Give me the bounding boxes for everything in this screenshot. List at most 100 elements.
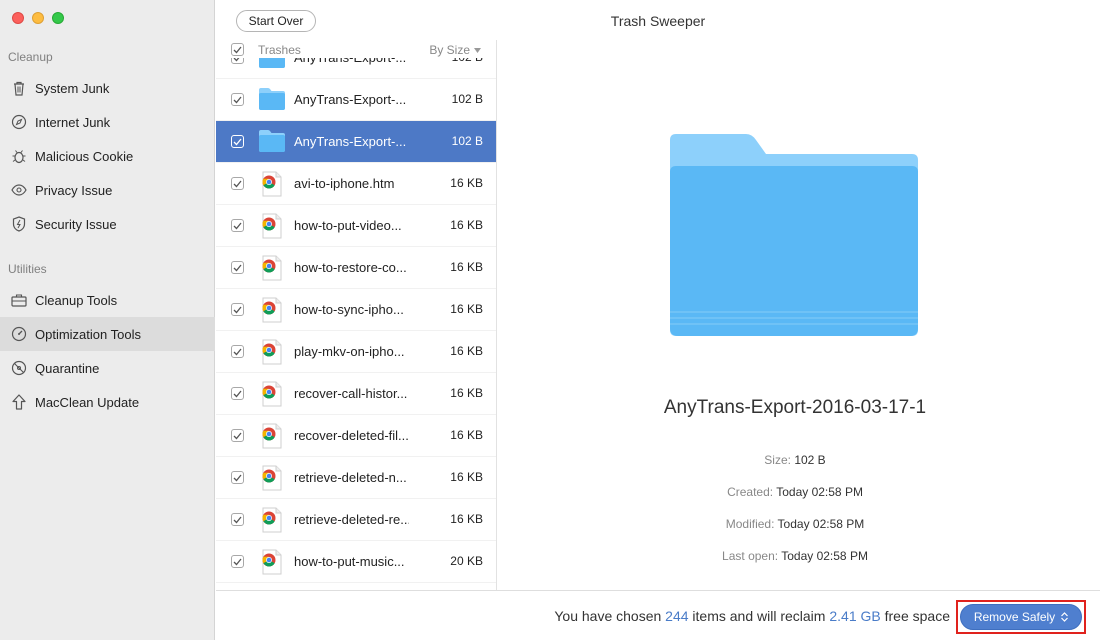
file-name: AnyTrans-Export-... bbox=[294, 134, 407, 149]
file-size: 16 KB bbox=[450, 302, 483, 316]
file-size: 102 B bbox=[451, 92, 483, 106]
row-checkbox[interactable] bbox=[231, 135, 244, 148]
file-size: 16 KB bbox=[450, 344, 483, 358]
bug-icon bbox=[10, 147, 28, 165]
list-item[interactable]: AnyTrans-Export-... 102 B bbox=[216, 79, 496, 121]
detail-modified: Modified: Today 02:58 PM bbox=[725, 517, 865, 531]
list-item[interactable]: avi-to-iphone.htm 16 KB bbox=[216, 163, 496, 205]
row-checkbox[interactable] bbox=[231, 471, 244, 484]
remove-safely-highlight: Remove Safely bbox=[956, 600, 1086, 634]
chrome-file-icon bbox=[258, 465, 286, 491]
list-item[interactable]: how-to-sync-ipho... 16 KB bbox=[216, 289, 496, 331]
row-checkbox[interactable] bbox=[231, 555, 244, 568]
sort-label: By Size bbox=[429, 43, 470, 57]
folder-icon bbox=[258, 129, 286, 155]
window-title: Trash Sweeper bbox=[610, 13, 706, 29]
sidebar-item-label: Quarantine bbox=[35, 360, 100, 376]
toolbox-icon bbox=[10, 291, 28, 309]
trash-icon bbox=[10, 79, 28, 97]
row-checkbox[interactable] bbox=[231, 177, 244, 190]
remove-safely-button[interactable]: Remove Safely bbox=[960, 604, 1082, 630]
list-item[interactable]: retrieve-deleted-re... 16 KB bbox=[216, 499, 496, 541]
sidebar-item-system-junk[interactable]: System Junk bbox=[0, 71, 215, 105]
row-checkbox[interactable] bbox=[231, 513, 244, 526]
sidebar-item-internet-junk[interactable]: Internet Junk bbox=[0, 105, 215, 139]
sidebar-item-cleanup-tools[interactable]: Cleanup Tools bbox=[0, 283, 215, 317]
sidebar-item-label: Optimization Tools bbox=[35, 326, 141, 342]
chrome-file-icon bbox=[258, 213, 286, 239]
row-checkbox[interactable] bbox=[231, 387, 244, 400]
sidebar-item-label: Cleanup Tools bbox=[35, 292, 118, 308]
list-header: Trashes By Size bbox=[216, 40, 496, 58]
section-header-utilities: Utilities bbox=[8, 262, 47, 276]
remove-safely-label: Remove Safely bbox=[973, 610, 1056, 624]
file-name: retrieve-deleted-re... bbox=[294, 512, 409, 527]
detail-last-open: Last open: Today 02:58 PM bbox=[722, 549, 868, 563]
list-item[interactable]: play-mkv-on-ipho... 16 KB bbox=[216, 331, 496, 373]
sidebar-item-label: Security Issue bbox=[35, 216, 117, 232]
upload-arrow-icon bbox=[10, 393, 28, 411]
sidebar-item-security-issue[interactable]: Security Issue bbox=[0, 207, 215, 241]
sidebar-item-label: System Junk bbox=[35, 80, 110, 96]
file-size: 16 KB bbox=[450, 386, 483, 400]
file-size: 16 KB bbox=[450, 260, 483, 274]
file-name: play-mkv-on-ipho... bbox=[294, 344, 405, 359]
shield-icon bbox=[10, 215, 28, 233]
detail-pane: AnyTrans-Export-2016-03-17-1 Size: 102 B… bbox=[498, 40, 1100, 590]
compass-icon bbox=[10, 113, 28, 131]
sort-dropdown[interactable]: By Size bbox=[429, 43, 481, 57]
chevron-down-icon bbox=[474, 47, 481, 53]
file-name: recover-deleted-fil... bbox=[294, 428, 409, 443]
row-checkbox[interactable] bbox=[231, 219, 244, 232]
list-item[interactable]: how-to-put-music... 20 KB bbox=[216, 541, 496, 583]
minimize-window-button[interactable] bbox=[32, 12, 44, 24]
detail-file-name: AnyTrans-Export-2016-03-17-1 bbox=[663, 397, 927, 418]
sidebar-item-label: Privacy Issue bbox=[35, 182, 113, 198]
file-name: AnyTrans-Export-... bbox=[294, 92, 407, 107]
sidebar-item-privacy-issue[interactable]: Privacy Issue bbox=[0, 173, 215, 207]
folder-icon bbox=[258, 87, 286, 113]
close-window-button[interactable] bbox=[12, 12, 24, 24]
chrome-file-icon bbox=[258, 381, 286, 407]
file-size: 16 KB bbox=[450, 218, 483, 232]
sidebar-item-label: MacClean Update bbox=[35, 394, 140, 410]
detail-size: Size: 102 B bbox=[764, 453, 826, 467]
list-item[interactable]: how-to-put-video... 16 KB bbox=[216, 205, 496, 247]
eye-icon bbox=[10, 181, 28, 199]
chrome-file-icon bbox=[258, 423, 286, 449]
file-size: 16 KB bbox=[450, 470, 483, 484]
file-name: how-to-put-music... bbox=[294, 554, 405, 569]
row-checkbox[interactable] bbox=[231, 93, 244, 106]
column-header-trashes: Trashes bbox=[258, 43, 301, 57]
row-checkbox[interactable] bbox=[231, 303, 244, 316]
list-item[interactable]: recover-deleted-fil... 16 KB bbox=[216, 415, 496, 457]
list-item[interactable]: AnyTrans-Export-... 102 B bbox=[216, 121, 496, 163]
items-count: 244 bbox=[665, 608, 689, 624]
reclaim-summary: You have chosen 244 items and will recla… bbox=[554, 608, 950, 624]
list-item[interactable]: how-to-restore-co... 16 KB bbox=[216, 247, 496, 289]
row-checkbox[interactable] bbox=[231, 429, 244, 442]
row-checkbox[interactable] bbox=[231, 345, 244, 358]
file-name: recover-call-histor... bbox=[294, 386, 408, 401]
sidebar-item-quarantine[interactable]: Quarantine bbox=[0, 351, 215, 385]
window-controls bbox=[12, 12, 64, 24]
file-name: how-to-put-video... bbox=[294, 218, 402, 233]
reclaim-size: 2.41 GB bbox=[829, 608, 881, 624]
zoom-window-button[interactable] bbox=[52, 12, 64, 24]
sidebar-item-malicious-cookie[interactable]: Malicious Cookie bbox=[0, 139, 215, 173]
sidebar-item-macclean-update[interactable]: MacClean Update bbox=[0, 385, 215, 419]
file-size: 16 KB bbox=[450, 428, 483, 442]
sidebar-item-optimization-tools[interactable]: Optimization Tools bbox=[0, 317, 215, 351]
radiation-icon bbox=[10, 359, 28, 377]
title-bar: Start Over Trash Sweeper bbox=[216, 0, 1100, 40]
detail-created: Created: Today 02:58 PM bbox=[727, 485, 863, 499]
file-size: 102 B bbox=[451, 134, 483, 148]
list-item[interactable]: recover-call-histor... 16 KB bbox=[216, 373, 496, 415]
row-checkbox[interactable] bbox=[231, 261, 244, 274]
file-size: 20 KB bbox=[450, 554, 483, 568]
select-all-checkbox[interactable] bbox=[231, 43, 244, 56]
trash-list[interactable]: AnyTrans-Export-... 102 B AnyTrans-Export-… bbox=[216, 40, 497, 590]
footer-bar: You have chosen 244 items and will recla… bbox=[216, 590, 1100, 640]
folder-icon bbox=[670, 134, 918, 336]
list-item[interactable]: retrieve-deleted-n... 16 KB bbox=[216, 457, 496, 499]
